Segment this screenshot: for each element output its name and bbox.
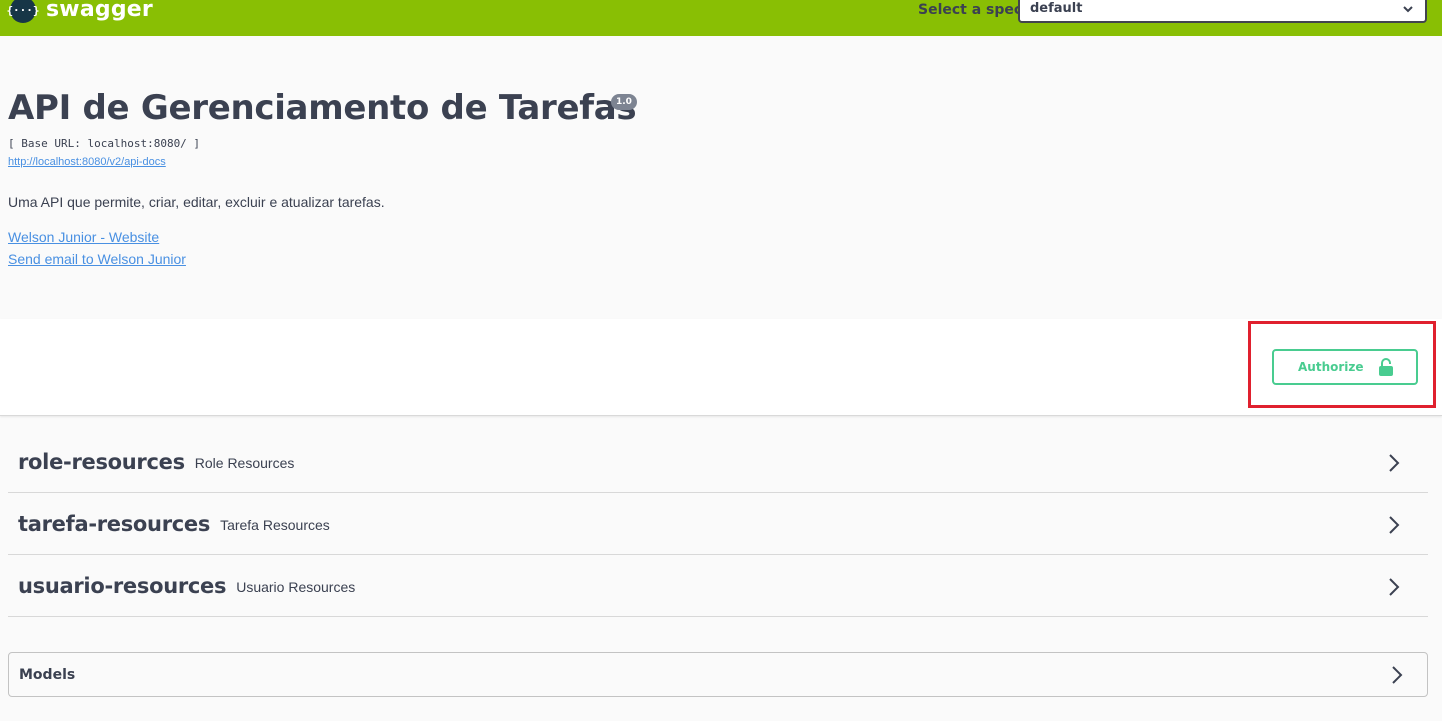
authorize-label: Authorize xyxy=(1298,360,1364,374)
version-badge: 1.0 xyxy=(611,94,637,110)
api-description: Uma API que permite, criar, editar, excl… xyxy=(8,194,385,210)
brand-name: swagger xyxy=(46,0,153,22)
chevron-right-icon xyxy=(1389,578,1400,596)
website-link[interactable]: Welson Junior - Website xyxy=(8,229,159,245)
topbar: {···} swagger Select a spec default xyxy=(0,0,1442,36)
chevron-right-icon xyxy=(1389,516,1400,534)
models-title: Models xyxy=(19,666,76,683)
chevron-right-icon xyxy=(1392,666,1403,684)
authorize-button[interactable]: Authorize xyxy=(1272,349,1418,385)
spec-select[interactable]: default xyxy=(1018,0,1427,23)
chevron-down-icon xyxy=(1403,6,1413,13)
models-section[interactable]: Models xyxy=(8,652,1428,697)
spec-select-label: Select a spec xyxy=(918,2,1023,18)
unlock-icon xyxy=(1379,358,1393,376)
swagger-brand[interactable]: {···} swagger xyxy=(6,0,153,24)
tag-name: tarefa-resources xyxy=(18,511,211,536)
tag-description: Role Resources xyxy=(194,454,295,471)
api-docs-link[interactable]: http://localhost:8080/v2/api-docs xyxy=(8,156,166,168)
tag-usuario-resources[interactable]: usuario-resources Usuario Resources xyxy=(8,555,1428,617)
tag-tarefa-resources[interactable]: tarefa-resources Tarefa Resources xyxy=(8,493,1428,555)
base-url: [ Base URL: localhost:8080/ ] xyxy=(8,137,201,150)
page-title: API de Gerenciamento de Tarefas xyxy=(8,88,637,128)
email-link[interactable]: Send email to Welson Junior xyxy=(8,251,186,267)
swagger-logo-icon: {···} xyxy=(6,0,40,23)
tag-description: Tarefa Resources xyxy=(220,516,330,533)
tag-name: role-resources xyxy=(18,449,185,474)
api-info: API de Gerenciamento de Tarefas 1.0 [ Ba… xyxy=(8,88,637,267)
spec-select-value: default xyxy=(1030,1,1083,16)
scheme-container xyxy=(0,319,1442,416)
tag-description: Usuario Resources xyxy=(236,578,356,595)
tag-name: usuario-resources xyxy=(18,573,227,598)
chevron-right-icon xyxy=(1389,454,1400,472)
tag-role-resources[interactable]: role-resources Role Resources xyxy=(8,431,1428,493)
